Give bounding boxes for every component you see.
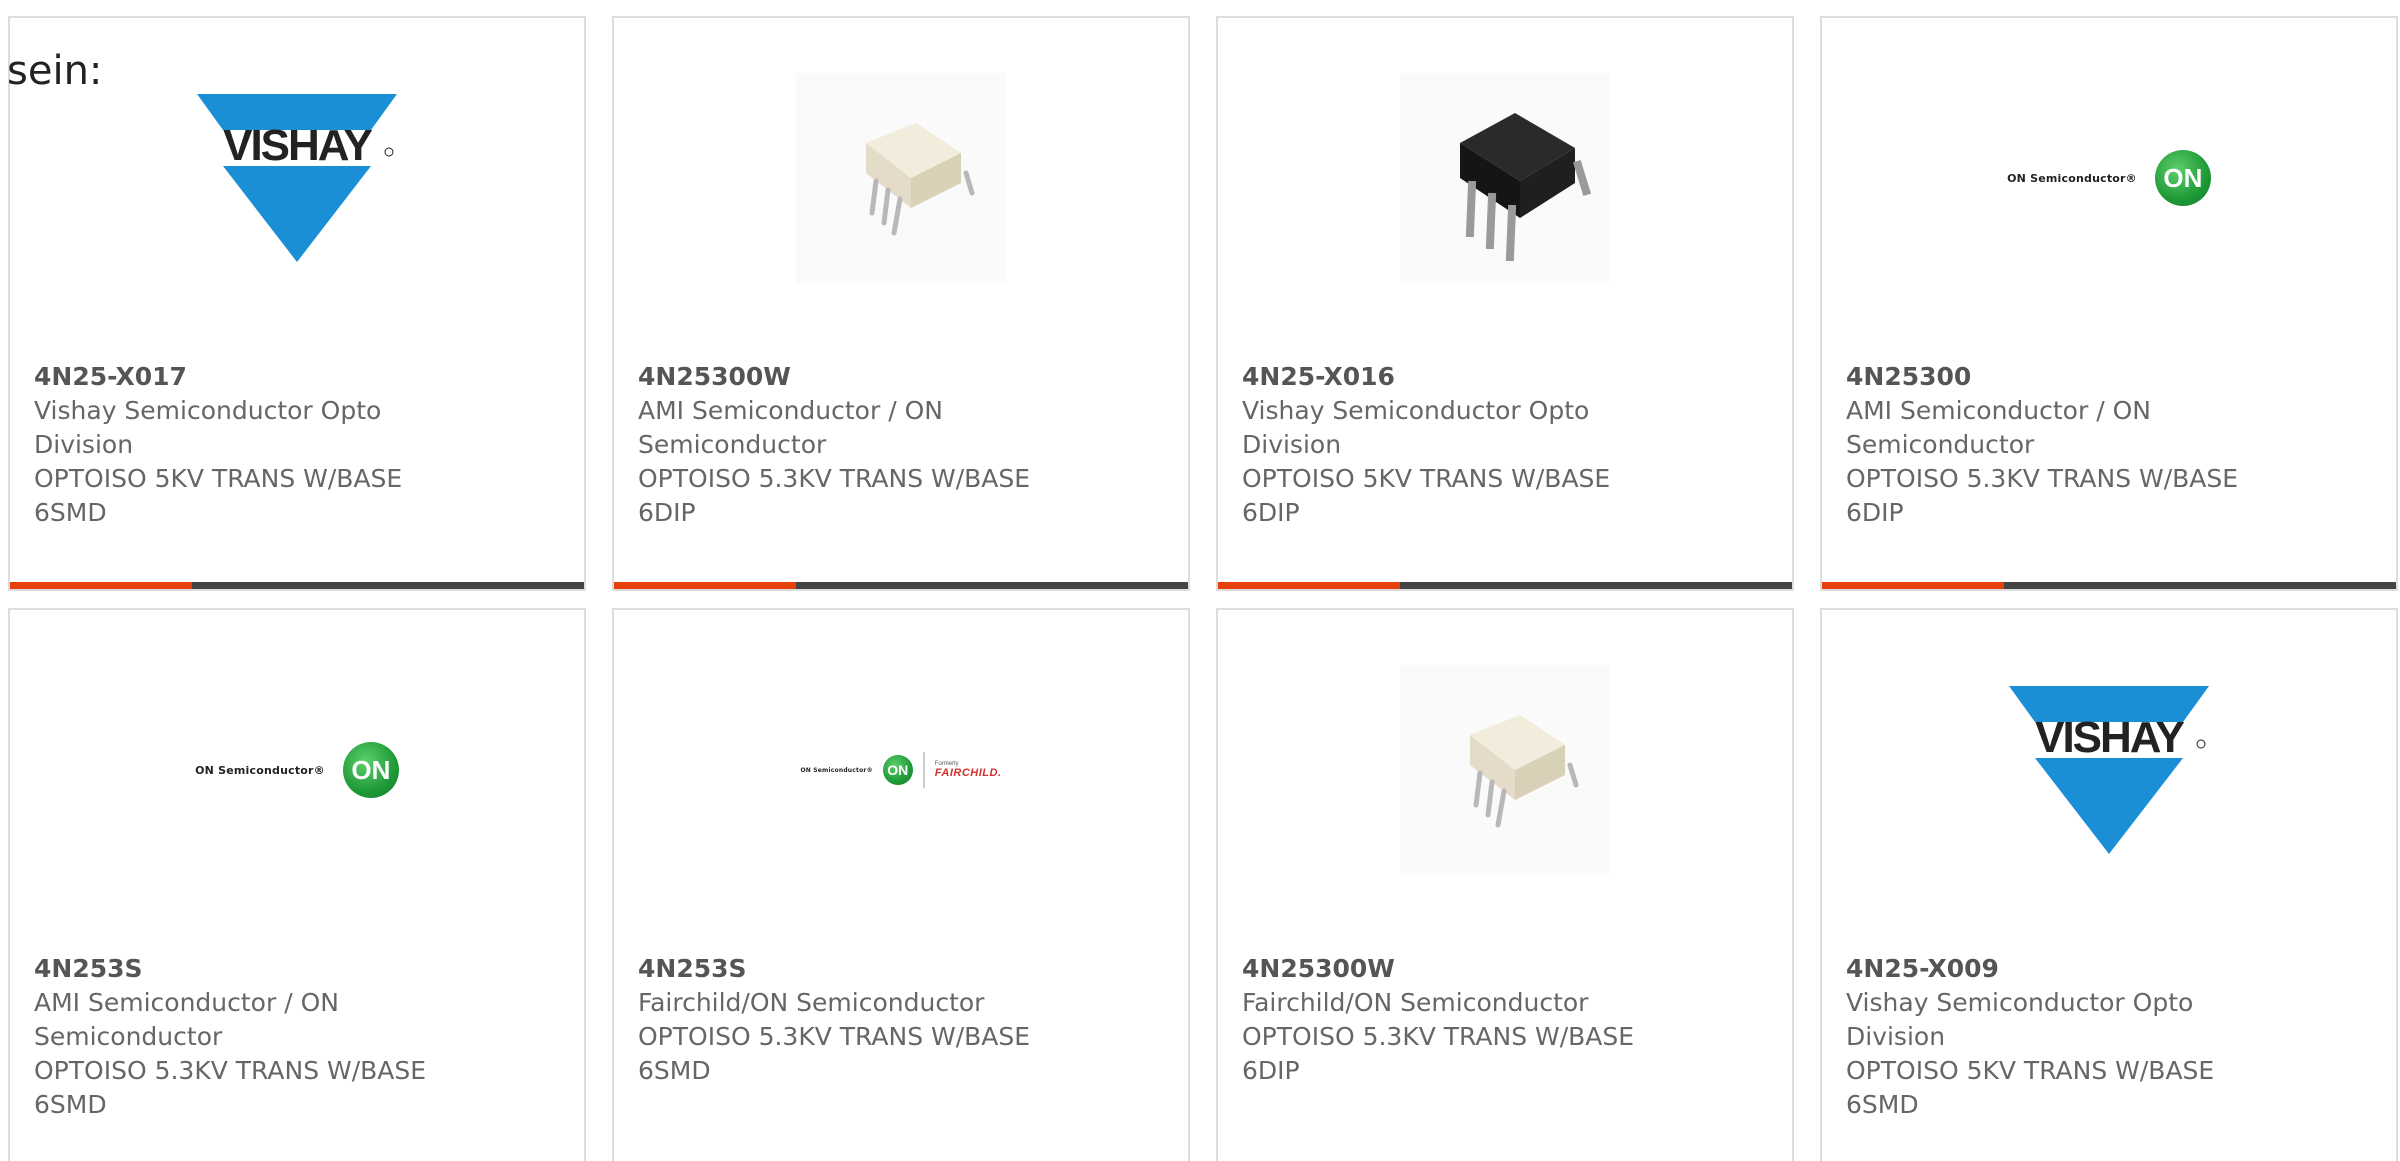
product-card[interactable]: 4N25300W Fairchild/ON Semiconductor OPTOIS… [1216, 608, 1794, 1161]
description-line: OPTOISO 5.3KV TRANS W/BASE [34, 1056, 427, 1085]
onsemi-logo-text: ON Semiconductor® [195, 763, 325, 777]
card-bottom-bar [1218, 582, 1792, 589]
part-number[interactable]: 4N25300W [638, 360, 1164, 394]
product-grid: VISHAY 4N25-X017 Vishay Semiconductor Opt… [8, 16, 2398, 1161]
description-line: 6SMD [34, 498, 107, 527]
manufacturer-line: Vishay Semiconductor Opto [1846, 988, 2194, 1017]
part-number[interactable]: 4N253S [638, 952, 1164, 986]
manufacturer-line: Fairchild/ON Semiconductor [1242, 988, 1589, 1017]
card-bottom-bar [10, 582, 584, 589]
manufacturer-line: Division [1846, 1022, 1946, 1051]
description-line: OPTOISO 5KV TRANS W/BASE [1242, 464, 1611, 493]
vishay-logo: VISHAY [197, 94, 397, 262]
product-info: 4N25300W AMI Semiconductor / ON Semiconduc… [638, 360, 1164, 530]
product-card[interactable]: VISHAY 4N25-X009 Vishay Semiconductor Opt… [1820, 608, 2398, 1161]
part-number[interactable]: 4N25-X017 [34, 360, 560, 394]
product-card[interactable]: VISHAY 4N25-X017 Vishay Semiconductor Opt… [8, 16, 586, 591]
card-bar-accent [10, 582, 192, 589]
card-bar-accent [1218, 582, 1400, 589]
description-line: OPTOISO 5KV TRANS W/BASE [34, 464, 403, 493]
svg-text:VISHAY: VISHAY [223, 121, 372, 170]
manufacturer-line: Vishay Semiconductor Opto [1242, 396, 1590, 425]
product-card[interactable]: ON Semiconductor® ON 4N25300 AMI Semiconduc… [1820, 16, 2398, 591]
onsemi-logo: ON Semiconductor® ON [195, 742, 399, 798]
description-line: 6DIP [1846, 498, 1904, 527]
white-dip6-chip-image [796, 73, 1006, 283]
manufacturer-line: AMI Semiconductor / ON [638, 396, 943, 425]
manufacturer-line: Semiconductor [34, 1022, 223, 1051]
description-line: 6DIP [1242, 498, 1300, 527]
manufacturer-line: Division [34, 430, 134, 459]
white-dip6-chip-image [1400, 665, 1610, 875]
onsemi-logo-text: ON Semiconductor® [2007, 171, 2137, 185]
product-image[interactable]: ON Semiconductor® ON [1822, 68, 2396, 288]
svg-text:VISHAY: VISHAY [2035, 713, 2184, 762]
intro-text: sein: [7, 48, 103, 94]
product-info: 4N25-X016 Vishay Semiconductor Opto Divisi… [1242, 360, 1768, 530]
product-card[interactable]: ON Semiconductor® ON Formerly FAIRCHILD. 4N2… [612, 608, 1190, 1161]
product-image[interactable]: ON Semiconductor® ON [10, 660, 584, 880]
description-line: OPTOISO 5.3KV TRANS W/BASE [1242, 1022, 1635, 1051]
black-dip6-chip-image [1400, 73, 1610, 283]
description-line: OPTOISO 5.3KV TRANS W/BASE [1846, 464, 2239, 493]
card-bottom-bar [1822, 582, 2396, 589]
card-bar-accent [614, 582, 796, 589]
on-badge-icon: ON [342, 742, 399, 798]
product-info: 4N25-X017 Vishay Semiconductor Opto Divisi… [34, 360, 560, 530]
manufacturer-line: Fairchild/ON Semiconductor [638, 988, 985, 1017]
product-image[interactable]: ON Semiconductor® ON Formerly FAIRCHILD. [614, 660, 1188, 880]
part-number[interactable]: 4N25-X016 [1242, 360, 1768, 394]
product-card[interactable]: 4N25300W AMI Semiconductor / ON Semiconduc… [612, 16, 1190, 591]
onsemi-fairchild-logo: ON Semiconductor® ON Formerly FAIRCHILD. [800, 752, 1001, 788]
description-line: 6SMD [34, 1090, 107, 1119]
manufacturer-line: Vishay Semiconductor Opto [34, 396, 382, 425]
description-line: OPTOISO 5KV TRANS W/BASE [1846, 1056, 2215, 1085]
manufacturer-line: Semiconductor [1846, 430, 2035, 459]
fairchild-name-text: FAIRCHILD. [934, 767, 1002, 779]
product-info: 4N253S Fairchild/ON Semiconductor OPTOISO … [638, 952, 1164, 1088]
description-line: 6DIP [638, 498, 696, 527]
onsemi-logo: ON Semiconductor® ON [2007, 150, 2211, 206]
card-bar-accent [1822, 582, 2004, 589]
product-image[interactable]: VISHAY [1822, 660, 2396, 880]
product-card[interactable]: 4N25-X016 Vishay Semiconductor Opto Divisi… [1216, 16, 1794, 591]
onsemi-logo-text: ON Semiconductor® [800, 766, 873, 774]
on-badge-icon: ON [882, 755, 913, 785]
logo-divider [922, 752, 925, 788]
part-number[interactable]: 4N253S [34, 952, 560, 986]
product-card[interactable]: ON Semiconductor® ON 4N253S AMI Semiconduct… [8, 608, 586, 1161]
description-line: 6DIP [1242, 1056, 1300, 1085]
manufacturer-line: Semiconductor [638, 430, 827, 459]
description-line: 6SMD [1846, 1090, 1919, 1119]
product-info: 4N25-X009 Vishay Semiconductor Opto Divisi… [1846, 952, 2372, 1122]
manufacturer-line: Division [1242, 430, 1342, 459]
description-line: OPTOISO 5.3KV TRANS W/BASE [638, 464, 1031, 493]
description-line: 6SMD [638, 1056, 711, 1085]
on-badge-icon: ON [2154, 150, 2211, 206]
product-grid-page: sein: VISHAY 4N25-X017 Vishay Semiconduct… [0, 0, 2400, 1161]
part-number[interactable]: 4N25-X009 [1846, 952, 2372, 986]
product-image[interactable]: VISHAY [10, 68, 584, 288]
fairchild-logo: Formerly FAIRCHILD. [935, 761, 1002, 779]
product-image[interactable] [614, 68, 1188, 288]
product-image[interactable] [1218, 660, 1792, 880]
part-number[interactable]: 4N25300 [1846, 360, 2372, 394]
manufacturer-line: AMI Semiconductor / ON [34, 988, 339, 1017]
product-info: 4N25300 AMI Semiconductor / ON Semiconduct… [1846, 360, 2372, 530]
product-image[interactable] [1218, 68, 1792, 288]
part-number[interactable]: 4N25300W [1242, 952, 1768, 986]
card-bottom-bar [614, 582, 1188, 589]
description-line: OPTOISO 5.3KV TRANS W/BASE [638, 1022, 1031, 1051]
manufacturer-line: AMI Semiconductor / ON [1846, 396, 2151, 425]
vishay-logo: VISHAY [2009, 686, 2209, 854]
product-info: 4N25300W Fairchild/ON Semiconductor OPTOIS… [1242, 952, 1768, 1088]
product-info: 4N253S AMI Semiconductor / ON Semiconducto… [34, 952, 560, 1122]
